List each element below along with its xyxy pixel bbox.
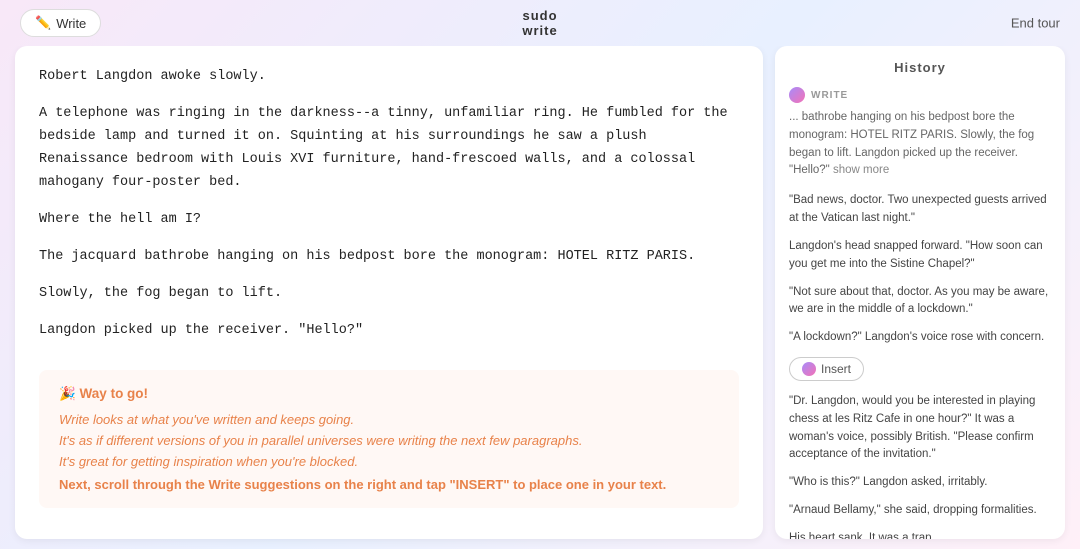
logo-top: sudo (522, 8, 557, 23)
tutorial-box: 🎉 Way to go! Write looks at what you've … (39, 370, 739, 508)
show-more-link[interactable]: show more (833, 164, 889, 176)
history-item-7: "Arnaud Bellamy," she said, dropping for… (789, 502, 1051, 520)
tutorial-cta: Next, scroll through the Write suggestio… (59, 477, 719, 492)
write-header: WRITE (789, 87, 1051, 103)
history-item-2: Langdon's head snapped forward. "How soo… (789, 238, 1051, 274)
logo: sudo write (522, 8, 557, 38)
story-text: Robert Langdon awoke slowly. A telephone… (39, 66, 739, 342)
tutorial-line-3: It's great for getting inspiration when … (59, 454, 719, 469)
history-item-1: "Bad news, doctor. Two unexpected guests… (789, 192, 1051, 228)
story-para-1: Robert Langdon awoke slowly. (39, 66, 739, 89)
write-button[interactable]: ✏️ Write (20, 9, 101, 37)
header: ✏️ Write sudo write End tour (0, 0, 1080, 46)
write-button-label: Write (56, 16, 86, 31)
history-item-4: "A lockdown?" Langdon's voice rose with … (789, 329, 1051, 347)
end-tour-button[interactable]: End tour (1011, 16, 1060, 31)
story-para-6: Langdon picked up the receiver. "Hello?" (39, 320, 739, 343)
insert-icon-1 (802, 362, 816, 376)
history-item-6: "Who is this?" Langdon asked, irritably. (789, 474, 1051, 492)
history-item-3: "Not sure about that, doctor. As you may… (789, 284, 1051, 320)
tutorial-line-1: Write looks at what you've written and k… (59, 412, 719, 427)
pen-icon: ✏️ (35, 15, 51, 31)
write-section: WRITE ... bathrobe hanging on his bedpos… (789, 87, 1051, 180)
write-dot-icon (789, 87, 805, 103)
history-snippet: ... bathrobe hanging on his bedpost bore… (789, 109, 1051, 180)
history-item-5: "Dr. Langdon, would you be interested in… (789, 393, 1051, 464)
tutorial-line-2: It's as if different versions of you in … (59, 433, 719, 448)
story-para-3: Where the hell am I? (39, 209, 739, 232)
editor-panel[interactable]: Robert Langdon awoke slowly. A telephone… (15, 46, 763, 539)
story-para-4: The jacquard bathrobe hanging on his bed… (39, 246, 739, 269)
history-panel[interactable]: History WRITE ... bathrobe hanging on hi… (775, 46, 1065, 539)
logo-bottom: write (522, 23, 557, 38)
story-para-5: Slowly, the fog began to lift. (39, 283, 739, 306)
write-badge: WRITE (811, 90, 848, 101)
insert-button-1[interactable]: Insert (789, 357, 864, 381)
history-title: History (789, 60, 1051, 75)
tutorial-title: 🎉 Way to go! (59, 386, 719, 402)
main-content: Robert Langdon awoke slowly. A telephone… (0, 46, 1080, 549)
story-para-2: A telephone was ringing in the darkness-… (39, 103, 739, 195)
history-item-8: His heart sank. It was a trap. (789, 530, 1051, 539)
